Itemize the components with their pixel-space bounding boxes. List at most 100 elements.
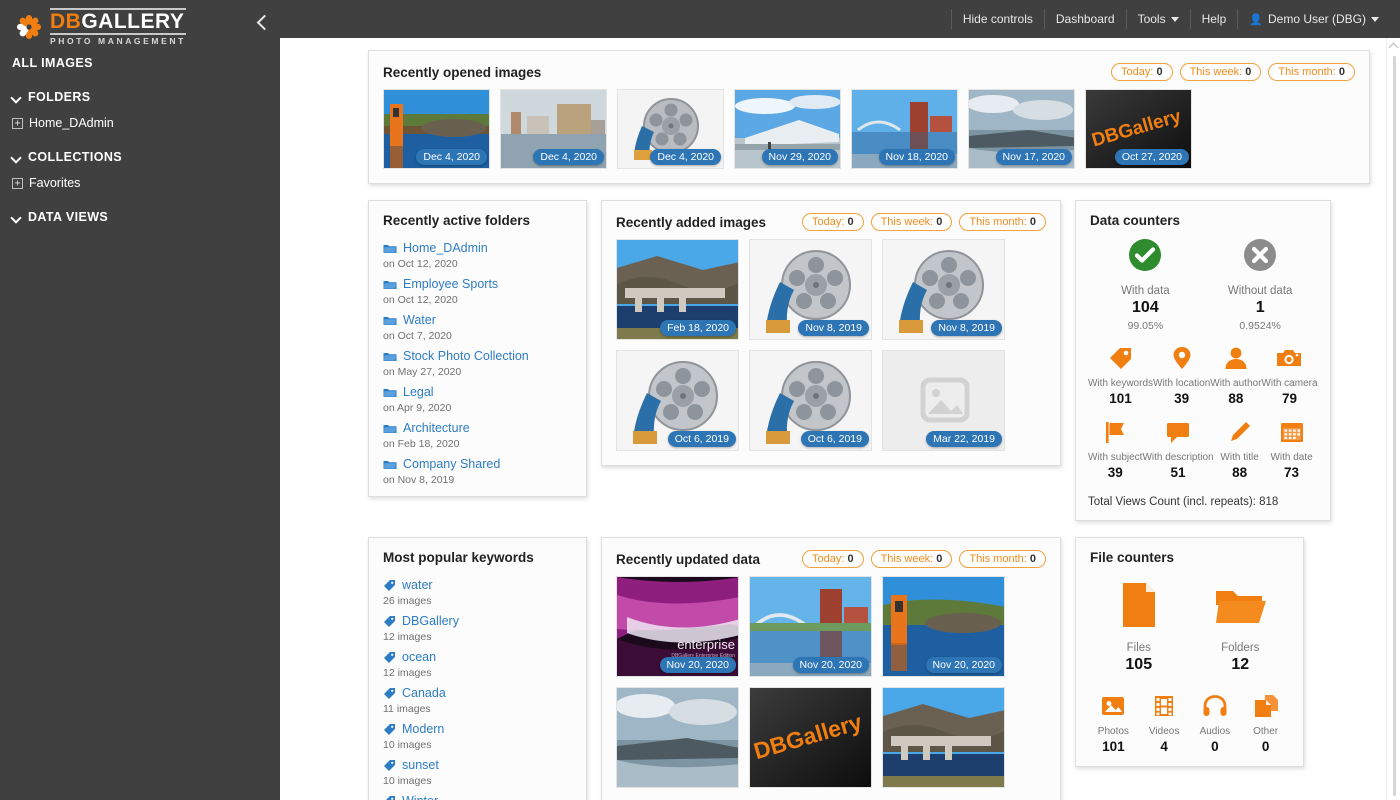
thumbnail-item[interactable]: Nov 8, 2019 xyxy=(882,239,1005,340)
thumbnail-item[interactable]: Nov 8, 2019 xyxy=(749,239,872,340)
counter-files[interactable]: Files 105 xyxy=(1088,581,1190,674)
thumbnail-item[interactable]: enterprise DBGallery Enterprise Edition … xyxy=(616,576,739,677)
other-files-icon xyxy=(1253,695,1279,722)
counter-value: 39 xyxy=(1107,465,1123,480)
list-item[interactable]: Water on Oct 7, 2020 xyxy=(383,306,572,342)
thumbnail-item[interactable]: Dec 4, 2020 xyxy=(500,89,607,169)
thumbnail-item[interactable] xyxy=(616,687,739,788)
expand-plus-icon[interactable]: + xyxy=(12,177,23,189)
scrollbar-thumb[interactable] xyxy=(1393,56,1396,796)
counter-value: 88 xyxy=(1228,391,1244,406)
thumbnail-item[interactable]: Oct 6, 2019 xyxy=(749,350,872,451)
thumbnail-item[interactable]: Mar 22, 2019 xyxy=(882,350,1005,451)
nav-dashboard[interactable]: Dashboard xyxy=(1045,9,1127,29)
list-item[interactable]: Company Shared on Nov 8, 2019 xyxy=(383,450,572,486)
thumbnail-date: Oct 27, 2020 xyxy=(1114,149,1189,165)
folder-date: on Oct 7, 2020 xyxy=(383,330,452,342)
sidebar-item-all-images[interactable]: ALL IMAGES xyxy=(0,42,280,70)
badge-today[interactable]: Today: 0 xyxy=(801,213,864,231)
sidebar-collapse-icon[interactable] xyxy=(252,12,274,34)
counter-with-description[interactable]: With description 51 xyxy=(1142,420,1214,480)
list-item[interactable]: water 26 images xyxy=(383,571,572,607)
list-item[interactable]: Winter xyxy=(383,787,572,800)
thumbnail-item[interactable]: Nov 29, 2020 xyxy=(734,89,841,169)
vertical-scrollbar[interactable] xyxy=(1386,38,1400,800)
badge-this-week[interactable]: This week: 0 xyxy=(1179,63,1262,81)
chevron-down-icon xyxy=(1371,16,1379,22)
nav-user-menu[interactable]: 👤 Demo User (DBG) xyxy=(1238,9,1390,29)
counter-audios[interactable]: Audios 0 xyxy=(1190,694,1241,754)
counter-label: Other xyxy=(1253,726,1279,737)
counter-with-subject[interactable]: With subject 39 xyxy=(1088,420,1142,480)
badge-this-month[interactable]: This month: 0 xyxy=(959,213,1046,231)
counter-photos[interactable]: Photos 101 xyxy=(1088,694,1139,754)
expand-plus-icon[interactable]: + xyxy=(12,117,23,129)
counter-without-data[interactable]: Without data 1 0.9524% xyxy=(1203,238,1318,332)
thumbnail-item[interactable]: Nov 18, 2020 xyxy=(851,89,958,169)
nav-hide-controls[interactable]: Hide controls xyxy=(950,9,1045,29)
badge-value: 0 xyxy=(1245,66,1252,78)
folder-name: Home_DAdmin xyxy=(403,241,488,255)
list-item[interactable]: ocean 12 images xyxy=(383,643,572,679)
calendar-icon xyxy=(1279,423,1305,448)
counter-with-keywords[interactable]: With keywords 101 xyxy=(1088,346,1153,406)
counter-percent: 99.05% xyxy=(1127,320,1164,332)
list-item[interactable]: Stock Photo Collection on May 27, 2020 xyxy=(383,342,572,378)
thumbnail-item[interactable]: Oct 6, 2019 xyxy=(616,350,739,451)
sidebar-item-favorites[interactable]: + Favorites xyxy=(0,164,280,190)
badge-this-week[interactable]: This week: 0 xyxy=(870,550,953,568)
thumbnail-item[interactable]: Nov 20, 2020 xyxy=(882,576,1005,677)
x-circle-icon xyxy=(1243,238,1277,277)
counter-label: Videos xyxy=(1148,726,1180,737)
list-item[interactable]: DBGallery 12 images xyxy=(383,607,572,643)
counter-with-camera[interactable]: With camera 79 xyxy=(1261,346,1318,406)
counter-label: With title xyxy=(1220,452,1259,463)
badge-this-week[interactable]: This week: 0 xyxy=(870,213,953,231)
scroll-up-icon[interactable] xyxy=(1390,42,1398,50)
thumbnail-item[interactable]: DBGallery xyxy=(749,687,872,788)
brand-logo[interactable]: DBGALLERY PHOTO MANAGEMENT xyxy=(0,0,280,45)
badge-value: 0 xyxy=(1029,553,1036,565)
badge-this-month[interactable]: This month: 0 xyxy=(959,550,1046,568)
panel-title: Data counters xyxy=(1090,213,1181,228)
thumbnail-item[interactable]: Nov 17, 2020 xyxy=(968,89,1075,169)
keyword-count: 12 images xyxy=(383,631,432,643)
sidebar-section-collections[interactable]: COLLECTIONS xyxy=(0,130,280,164)
badge-this-month[interactable]: This month: 0 xyxy=(1268,63,1355,81)
panel-recently-active-folders: Recently active folders Home_DAdmin on O… xyxy=(368,200,587,497)
list-item[interactable]: Legal on Apr 9, 2020 xyxy=(383,378,572,414)
counter-with-author[interactable]: With author 88 xyxy=(1210,346,1261,406)
folder-icon xyxy=(383,243,397,254)
list-item[interactable]: Architecture on Feb 18, 2020 xyxy=(383,414,572,450)
folder-icon xyxy=(383,279,397,290)
list-item[interactable]: Canada 11 images xyxy=(383,679,572,715)
thumbnail-item[interactable] xyxy=(882,687,1005,788)
sidebar-item-home-dadmin[interactable]: + Home_DAdmin xyxy=(0,104,280,130)
sidebar-section-data-views[interactable]: DATA VIEWS xyxy=(0,190,280,224)
counter-other[interactable]: Other 0 xyxy=(1240,694,1291,754)
counter-videos[interactable]: Videos 4 xyxy=(1139,694,1190,754)
counter-with-location[interactable]: With location 39 xyxy=(1153,346,1210,406)
badge-today[interactable]: Today: 0 xyxy=(1110,63,1173,81)
thumbnail-item[interactable]: Dec 4, 2020 xyxy=(617,89,724,169)
badge-today[interactable]: Today: 0 xyxy=(801,550,864,568)
counter-folders[interactable]: Folders 12 xyxy=(1190,581,1292,674)
badge-value: 0 xyxy=(1338,66,1345,78)
thumbnail-item[interactable]: Nov 20, 2020 xyxy=(749,576,872,677)
list-item[interactable]: Employee Sports on Oct 12, 2020 xyxy=(383,270,572,306)
list-item[interactable]: Home_DAdmin on Oct 12, 2020 xyxy=(383,234,572,270)
list-item[interactable]: Modern 10 images xyxy=(383,715,572,751)
list-item[interactable]: sunset 10 images xyxy=(383,751,572,787)
counter-with-title[interactable]: With title 88 xyxy=(1214,420,1266,480)
thumbnail-item[interactable]: DBGallery Oct 27, 2020 xyxy=(1085,89,1192,169)
counter-with-date[interactable]: With date 73 xyxy=(1266,420,1318,480)
brand-tagline: PHOTO MANAGEMENT xyxy=(50,36,186,46)
nav-help[interactable]: Help xyxy=(1191,9,1239,29)
folder-name: Legal xyxy=(403,385,434,399)
thumbnail-item[interactable]: Feb 18, 2020 xyxy=(616,239,739,340)
counter-with-data[interactable]: With data 104 99.05% xyxy=(1088,238,1203,332)
thumbnail-item[interactable]: Dec 4, 2020 xyxy=(383,89,490,169)
nav-tools[interactable]: Tools xyxy=(1127,9,1191,29)
sidebar-section-folders[interactable]: FOLDERS xyxy=(0,70,280,104)
thumbnail-date: Nov 20, 2020 xyxy=(792,657,869,673)
